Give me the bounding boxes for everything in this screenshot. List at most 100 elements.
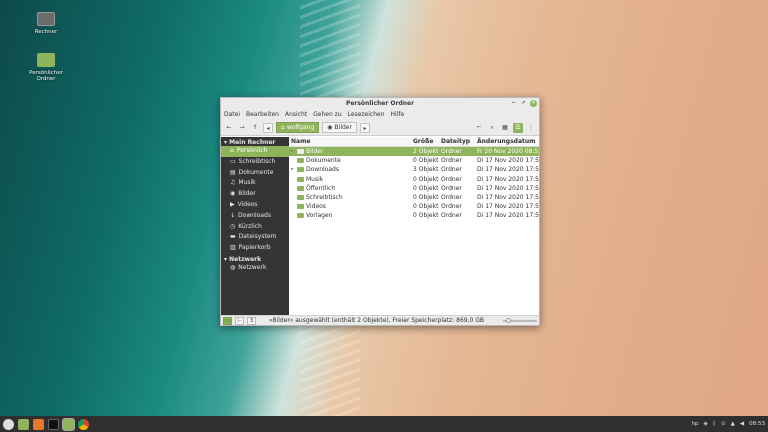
minimize-button[interactable]: ‒: [510, 100, 517, 107]
cell-size: 2 Objekte: [413, 148, 439, 155]
breadcrumb-left-icon[interactable]: ◂: [263, 122, 273, 133]
sidebar-item-0[interactable]: ⌂ Persönlich: [221, 146, 289, 157]
home-icon: ⌂: [281, 124, 285, 131]
cell-type: Ordner: [441, 203, 462, 211]
firefox-icon[interactable]: [33, 418, 44, 430]
sidebar-item-label: Kürzlich: [238, 222, 262, 230]
sidebar-item-9[interactable]: ▥ Papierkorb: [221, 243, 289, 254]
table-row[interactable]: Dokumente 0 ObjekteOrdner Di 17 Nov 2020 1…: [289, 156, 539, 165]
table-row[interactable]: Videos 0 ObjekteOrdner Di 17 Nov 2020 17:5…: [289, 202, 539, 211]
status-count: 3: [247, 316, 256, 325]
trash-icon: ▥: [230, 244, 236, 252]
sidebar-item-6[interactable]: ↓ Downloads: [221, 211, 289, 222]
shield-icon[interactable]: ◈: [704, 421, 708, 427]
terminal-app-icon[interactable]: [48, 418, 59, 430]
chrome-icon[interactable]: [78, 418, 89, 430]
table-row[interactable]: Schreibtisch 0 ObjekteOrdner Di 17 Nov 202…: [289, 193, 539, 202]
close-button[interactable]: ✕: [530, 100, 537, 107]
breadcrumb-label: wolfgang: [286, 124, 315, 131]
sidebar-item-5[interactable]: ▶ Videos: [221, 200, 289, 211]
sidebar-tree-toggle-icon[interactable]: ⊢: [235, 316, 244, 325]
compact-view-icon[interactable]: ⋮: [526, 123, 536, 133]
folder-icon: [297, 195, 304, 201]
cell-type: Ordner: [441, 212, 462, 220]
sidebar-section-computer[interactable]: ▾ Mein Rechner: [221, 137, 289, 146]
column-name[interactable]: Name: [289, 137, 411, 146]
desktop-icon-home[interactable]: Persönlicher Ordner: [26, 53, 66, 82]
zoom-slider-knob[interactable]: [506, 317, 511, 323]
clock[interactable]: 08:53: [749, 421, 765, 427]
file-name: Bilder: [306, 148, 324, 155]
window-titlebar[interactable]: Persönlicher Ordner ‒ ↗ ✕: [221, 98, 539, 110]
list-view-icon[interactable]: ☰: [513, 122, 523, 133]
cell-type: Ordner: [441, 148, 462, 155]
sidebar-places-toggle-icon[interactable]: ▭: [223, 316, 232, 325]
menu-edit[interactable]: Bearbeiten: [246, 110, 279, 120]
search-icon[interactable]: ⌕: [487, 123, 497, 133]
cell-size: 0 Objekte: [413, 193, 439, 201]
sidebar-item-label: Downloads: [238, 211, 271, 219]
cell-name: Videos: [289, 202, 411, 211]
sidebar-item-8[interactable]: ▬ Dateisystem: [221, 232, 289, 243]
zoom-slider[interactable]: [503, 317, 537, 323]
desktop-icon-computer[interactable]: Rechner: [26, 12, 66, 35]
network-tray-icon[interactable]: ▲: [731, 421, 735, 427]
sidebar-item-label: Schreibtisch: [238, 157, 276, 165]
forward-arrow-icon[interactable]: →: [237, 123, 247, 133]
home-icon: ⌂: [230, 147, 234, 154]
sidebar-item-2[interactable]: ▤ Dokumente: [221, 168, 289, 179]
file-manager-taskbar-icon[interactable]: [62, 417, 75, 431]
breadcrumb-bilder[interactable]: ◉ Bilder: [322, 122, 357, 133]
icon-view-icon[interactable]: ▦: [500, 123, 510, 133]
cell-size: 0 Objekte: [413, 212, 439, 220]
sidebar-item-7[interactable]: ◷ Kürzlich: [221, 222, 289, 233]
breadcrumb-right-icon[interactable]: ▸: [359, 122, 370, 133]
folder-icon: [297, 185, 304, 191]
up-arrow-icon[interactable]: ↑: [250, 123, 260, 133]
table-row[interactable]: Musik 0 ObjekteOrdner Di 17 Nov 2020 17:51…: [289, 175, 539, 184]
column-date[interactable]: Änderungsdatum: [475, 137, 539, 146]
menu-view[interactable]: Ansicht: [285, 110, 307, 120]
cell-type: Ordner: [441, 175, 462, 183]
table-row[interactable]: ▸ Bilder 2 ObjekteOrdner Fr 20 Nov 2020 08:…: [289, 147, 539, 157]
file-name: Vorlagen: [306, 212, 333, 220]
terminal-icon[interactable]: ⌐: [474, 123, 484, 133]
column-size[interactable]: Größe: [411, 137, 439, 146]
table-row[interactable]: ▸ Downloads 3 ObjekteOrdner Di 17 Nov 2020 …: [289, 165, 539, 174]
show-desktop-icon[interactable]: [18, 418, 29, 430]
menu-file[interactable]: Datei: [224, 110, 240, 120]
updates-icon[interactable]: ⊙: [721, 421, 726, 427]
menu-help[interactable]: Hilfe: [391, 110, 405, 120]
bluetooth-icon[interactable]: ᛒ: [713, 421, 716, 427]
sidebar-item-3[interactable]: ♫ Musik: [221, 178, 289, 189]
menu-bookmarks[interactable]: Lesezeichen: [348, 110, 385, 120]
table-row[interactable]: Öffentlich 0 ObjekteOrdner Di 17 Nov 2020 …: [289, 184, 539, 193]
column-type[interactable]: Dateityp: [439, 137, 475, 146]
sidebar-item-4[interactable]: ◉ Bilder: [221, 189, 289, 200]
cell-date: Di 17 Nov 2020 17:51:07: [477, 203, 539, 211]
sidebar-item-network[interactable]: ◍ Netzwerk: [221, 263, 289, 274]
expander-icon[interactable]: ▸: [291, 165, 295, 174]
sidebar-item-label: Dokumente: [238, 168, 274, 176]
cell-type: Ordner: [441, 166, 462, 174]
table-row[interactable]: Vorlagen 0 ObjekteOrdner Di 17 Nov 2020 17…: [289, 211, 539, 220]
menu-go[interactable]: Gehen zu: [313, 110, 342, 120]
sidebar-item-1[interactable]: ▭ Schreibtisch: [221, 157, 289, 168]
breadcrumb-wolfgang[interactable]: ⌂ wolfgang: [276, 122, 320, 133]
mint-menu-icon[interactable]: [3, 418, 14, 430]
maximize-button[interactable]: ↗: [520, 100, 527, 107]
sidebar-item-label: Papierkorb: [238, 244, 271, 252]
folder-icon: [297, 213, 304, 219]
status-bar: ▭ ⊢ 3 »Bilder« ausgewählt (enthält 2 Obj…: [221, 315, 539, 325]
table-header: Name Größe Dateityp Änderungsdatum: [289, 137, 539, 147]
folder-icon: [297, 158, 304, 164]
hp-icon[interactable]: hp: [692, 421, 699, 427]
sidebar-section-network[interactable]: ▾ Netzwerk: [221, 254, 289, 263]
expander-icon[interactable]: ▸: [291, 147, 295, 156]
folder-icon: [37, 53, 55, 67]
volume-icon[interactable]: ◀: [740, 421, 744, 427]
sidebar-item-label: Musik: [238, 179, 256, 187]
section-label: Netzwerk: [229, 255, 262, 263]
back-arrow-icon[interactable]: ←: [224, 123, 234, 133]
cell-type: Ordner: [441, 193, 462, 201]
